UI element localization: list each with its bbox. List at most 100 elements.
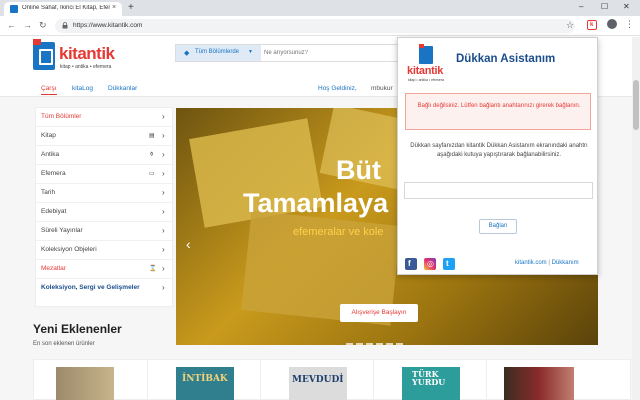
back-icon[interactable]: ← xyxy=(7,20,16,31)
username-link[interactable]: mbukur xyxy=(371,85,393,92)
chevron-right-icon: › xyxy=(162,112,165,121)
popup-title: Dükkan Asistanım xyxy=(456,53,556,65)
category-item[interactable]: Koleksiyon, Sergi ve Gelişmeler › xyxy=(36,279,174,298)
category-label: Tarih xyxy=(41,189,56,196)
category-sidebar: Tüm Bölümler › Kitap ▤ › Antika ⚱ › Efem… xyxy=(35,107,174,307)
profile-avatar-icon[interactable] xyxy=(607,19,617,29)
category-item[interactable]: Antika ⚱ › xyxy=(36,146,174,165)
banner-title-line2: Tamamlaya xyxy=(243,188,389,218)
new-tab-button[interactable]: + xyxy=(128,2,134,14)
chevron-right-icon: › xyxy=(162,188,165,197)
forward-icon[interactable]: → xyxy=(23,20,32,31)
site-search: ◆ Tüm Bölümlerde ▼ xyxy=(175,44,435,62)
chevron-right-icon: › xyxy=(162,226,165,235)
new-items-title: Yeni Eklenenler xyxy=(33,322,122,336)
category-label: Antika xyxy=(41,151,60,158)
vase-icon: ⚱ xyxy=(149,152,155,158)
start-shopping-button[interactable]: Alışverişe Başlayın xyxy=(340,304,418,322)
nav-kitalog[interactable]: kitaLog xyxy=(72,85,93,92)
category-label: Efemera xyxy=(41,170,66,177)
carousel-prev-icon[interactable]: ‹ xyxy=(186,236,191,252)
product-cover-image[interactable]: TÜRK YURDU xyxy=(402,367,460,400)
nav-dukkanlar[interactable]: Dükkanlar xyxy=(108,85,137,92)
reload-icon[interactable]: ↻ xyxy=(39,20,47,31)
divider xyxy=(147,360,148,400)
hourglass-icon: ⌛ xyxy=(149,266,157,272)
product-cover-image[interactable] xyxy=(56,367,114,400)
carousel-dot[interactable] xyxy=(376,343,383,345)
new-items-list: İNTİBAK MEVDUDİ TÜRK YURDU xyxy=(33,359,631,400)
nav-carsi[interactable]: Çarşı xyxy=(41,85,57,95)
category-label: Koleksiyon, Sergi ve Gelişmeler xyxy=(41,284,140,291)
product-cover-image[interactable]: İNTİBAK xyxy=(176,367,234,400)
product-cover-image[interactable]: MEVDUDİ xyxy=(289,367,347,400)
browser-tab[interactable]: Online Sahaf, İkinci El Kitap, Efem × xyxy=(4,2,122,16)
popup-description: Dükkan sayfanızdan kitantik Dükkan Asist… xyxy=(410,143,588,158)
kitantik-logo[interactable]: kitantik kitap • antika • efemera xyxy=(33,39,125,74)
facebook-icon[interactable]: f xyxy=(405,258,417,270)
category-item[interactable]: Tarih › xyxy=(36,184,174,203)
search-category-dropdown[interactable]: ◆ Tüm Bölümlerde ▼ xyxy=(176,45,261,61)
category-item[interactable]: Tüm Bölümler › xyxy=(36,108,174,127)
popup-logo: kitantik kitap • antika • efemera xyxy=(407,44,447,84)
minimize-icon[interactable]: – xyxy=(579,2,583,11)
dukkan-asistanim-popup: kitantik kitap • antika • efemera Dükkan… xyxy=(397,37,598,275)
twitter-icon[interactable]: t xyxy=(443,258,455,270)
not-connected-alert: Bağlı değilsiniz. Lütfen bağlantı anahta… xyxy=(405,93,591,130)
chevron-right-icon: › xyxy=(162,169,165,178)
chevron-right-icon: › xyxy=(162,283,165,292)
category-label: Tüm Bölümler xyxy=(41,113,82,120)
book-icon: ▤ xyxy=(149,133,155,139)
chevron-right-icon: › xyxy=(162,264,165,273)
popup-logo-tagline: kitap • antika • efemera xyxy=(408,78,444,82)
category-item[interactable]: Efemera ▭ › xyxy=(36,165,174,184)
category-label: Edebiyat xyxy=(41,208,67,215)
category-item[interactable]: Koleksiyon Objeleri › xyxy=(36,241,174,260)
banner-subtitle: efemeralar ve kole xyxy=(293,226,384,238)
new-items-subtitle: En son eklenen ürünler xyxy=(33,341,95,347)
category-item[interactable]: Kitap ▤ › xyxy=(36,127,174,146)
cover-text: İNTİBAK xyxy=(182,374,228,384)
category-item[interactable]: Süreli Yayınlar › xyxy=(36,222,174,241)
maximize-icon[interactable]: ☐ xyxy=(601,2,608,11)
category-label: Kitap xyxy=(41,132,56,139)
popup-logo-text: kitantik xyxy=(407,65,444,77)
carousel-dots xyxy=(346,340,406,345)
address-bar[interactable]: https://www.kitantik.com xyxy=(55,19,575,33)
close-window-icon[interactable]: ✕ xyxy=(623,2,630,11)
category-label: Koleksiyon Objeleri xyxy=(41,246,97,253)
category-item[interactable]: Mezatlar ⌛ › xyxy=(36,260,174,279)
cover-text: MEVDUDİ xyxy=(292,375,344,385)
bookmark-star-icon[interactable]: ☆ xyxy=(566,20,574,31)
product-cover-image[interactable] xyxy=(504,367,574,400)
connection-key-input[interactable] xyxy=(404,182,593,199)
kitantik-com-link[interactable]: kitantik.com xyxy=(515,260,547,266)
lock-icon xyxy=(62,22,68,29)
scrollbar-thumb[interactable] xyxy=(633,80,639,130)
link-separator: | xyxy=(548,260,550,266)
logo-tagline: kitap • antika • efemera xyxy=(60,64,112,70)
cover-text: TÜRK YURDU xyxy=(412,369,446,387)
tab-close-icon[interactable]: × xyxy=(112,4,116,11)
carousel-dot[interactable] xyxy=(356,343,363,345)
search-category-label: Tüm Bölümlerde xyxy=(195,49,240,55)
instagram-icon[interactable]: ◎ xyxy=(424,258,436,270)
greeting: Hoş Geldiniz, xyxy=(318,85,357,92)
carousel-dot[interactable] xyxy=(366,343,373,345)
chrome-menu-icon[interactable]: ⋮ xyxy=(625,19,634,30)
divider xyxy=(486,360,487,400)
category-item[interactable]: Edebiyat › xyxy=(36,203,174,222)
chevron-right-icon: › xyxy=(162,150,165,159)
kitantik-extension-icon[interactable]: k xyxy=(587,20,597,30)
divider xyxy=(373,360,374,400)
divider xyxy=(260,360,261,400)
carousel-dot[interactable] xyxy=(386,343,393,345)
carousel-dot[interactable] xyxy=(346,343,353,345)
chevron-right-icon: › xyxy=(162,131,165,140)
dukkanim-link[interactable]: Dükkanım xyxy=(552,260,579,266)
connect-button[interactable]: Bağlan xyxy=(479,219,517,234)
logo-bookmark-mark xyxy=(419,44,424,48)
ticket-icon: ▭ xyxy=(149,171,155,177)
carousel-dot[interactable] xyxy=(396,343,403,345)
browser-toolbar: ← → ↻ https://www.kitantik.com xyxy=(0,16,640,36)
